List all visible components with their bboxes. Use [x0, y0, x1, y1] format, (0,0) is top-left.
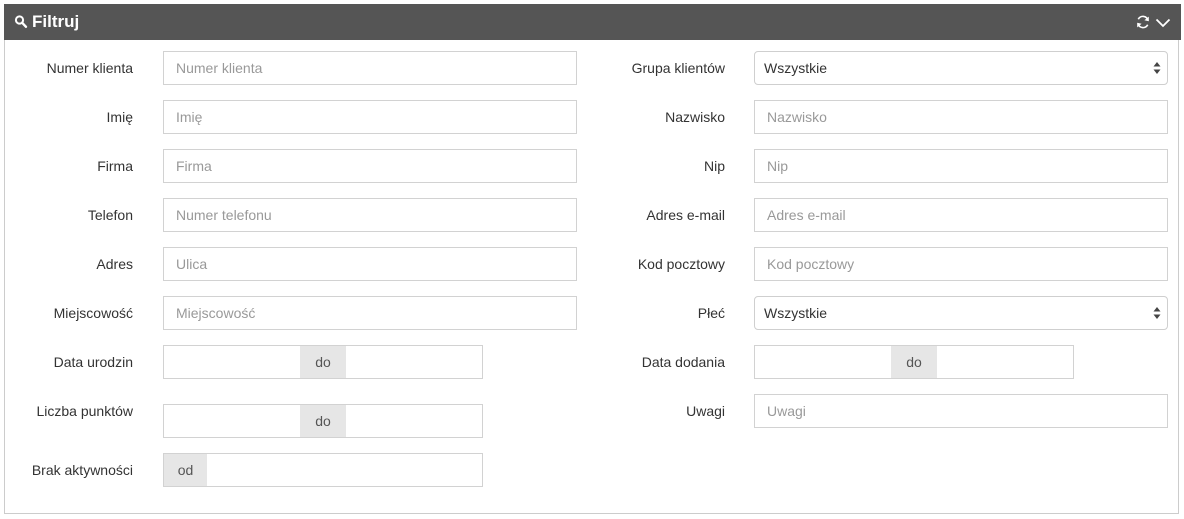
liczba-punktow-separator: do — [300, 405, 346, 437]
data-dodania-range: do — [754, 345, 1074, 379]
search-icon — [14, 15, 28, 29]
label-imie: Imię — [106, 109, 133, 125]
grupa-klientow-select[interactable]: Wszystkie — [754, 51, 1168, 85]
telefon-input[interactable] — [163, 198, 577, 232]
liczba-punktow-to-input[interactable] — [346, 405, 482, 437]
data-urodzin-separator: do — [300, 346, 346, 378]
grupa-klientow-value: Wszystkie — [764, 60, 827, 76]
label-plec: Płeć — [697, 305, 725, 321]
panel-header[interactable]: Filtruj — [4, 4, 1181, 40]
select-arrows-icon — [1153, 62, 1161, 74]
label-adres: Adres — [96, 256, 133, 272]
data-dodania-from-input[interactable] — [755, 346, 891, 378]
kod-pocztowy-input[interactable] — [754, 247, 1168, 281]
liczba-punktow-from-input[interactable] — [164, 405, 300, 437]
brak-aktywnosci-prefix: od — [164, 454, 207, 486]
select-arrows-icon — [1153, 307, 1161, 319]
liczba-punktow-range: do — [163, 404, 483, 438]
chevron-down-icon[interactable] — [1155, 16, 1171, 30]
label-adres-email: Adres e-mail — [646, 207, 725, 223]
data-dodania-separator: do — [891, 346, 937, 378]
firma-input[interactable] — [163, 149, 577, 183]
plec-select[interactable]: Wszystkie — [754, 296, 1168, 330]
label-nip: Nip — [703, 158, 725, 174]
label-liczba-punktow: Liczba punktów — [36, 403, 133, 419]
label-brak-aktywnosci: Brak aktywności — [31, 462, 133, 478]
data-urodzin-from-input[interactable] — [164, 346, 300, 378]
label-miejscowosc: Miejscowość — [53, 305, 133, 321]
label-nazwisko: Nazwisko — [665, 109, 725, 125]
data-urodzin-to-input[interactable] — [346, 346, 482, 378]
label-data-urodzin: Data urodzin — [53, 354, 133, 370]
refresh-icon[interactable] — [1135, 14, 1151, 30]
adres-input[interactable] — [163, 247, 577, 281]
nazwisko-input[interactable] — [754, 100, 1168, 134]
data-dodania-to-input[interactable] — [937, 346, 1073, 378]
label-numer-klienta: Numer klienta — [46, 60, 133, 76]
numer-klienta-input[interactable] — [163, 51, 577, 85]
label-telefon: Telefon — [87, 207, 133, 223]
panel-title: Filtruj — [32, 12, 80, 31]
brak-aktywnosci-group: od — [163, 453, 483, 487]
label-uwagi: Uwagi — [686, 403, 725, 419]
data-urodzin-range: do — [163, 345, 483, 379]
plec-value: Wszystkie — [764, 305, 827, 321]
label-data-dodania: Data dodania — [641, 354, 725, 370]
imie-input[interactable] — [163, 100, 577, 134]
miejscowosc-input[interactable] — [163, 296, 577, 330]
brak-aktywnosci-input[interactable] — [207, 454, 482, 486]
label-firma: Firma — [97, 158, 133, 174]
label-grupa-klientow: Grupa klientów — [631, 60, 725, 76]
label-kod-pocztowy: Kod pocztowy — [637, 256, 725, 272]
email-input[interactable] — [754, 198, 1168, 232]
nip-input[interactable] — [754, 149, 1168, 183]
uwagi-input[interactable] — [754, 394, 1168, 428]
